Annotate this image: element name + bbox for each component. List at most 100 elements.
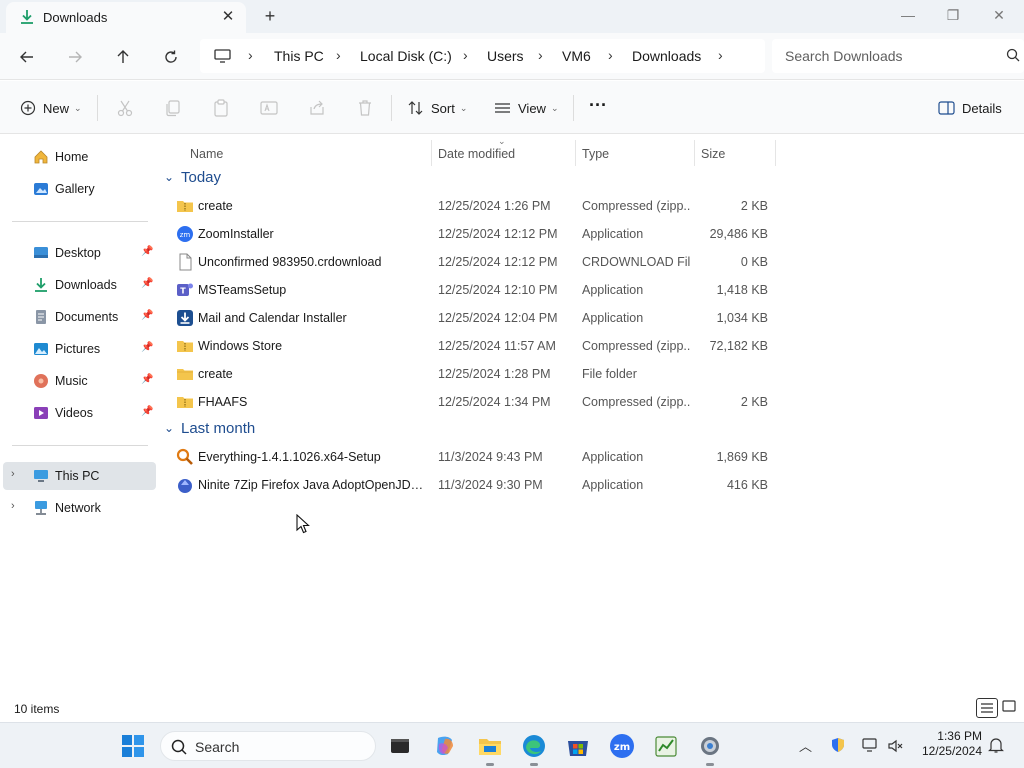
task-manager-icon[interactable]	[652, 732, 680, 760]
clock[interactable]: 1:36 PM 12/25/2024	[918, 729, 982, 759]
sidebar-item-gallery[interactable]: Gallery	[0, 175, 156, 203]
folder-icon	[177, 369, 193, 380]
sidebar-item-pictures[interactable]: Pictures 📌	[0, 335, 156, 363]
new-button[interactable]: New ⌄	[20, 97, 82, 119]
chevron-up-icon[interactable]: ︿	[799, 736, 812, 755]
copilot-icon[interactable]	[431, 732, 459, 760]
new-tab-button[interactable]: +	[259, 5, 281, 27]
file-type: Application	[582, 478, 644, 492]
minimize-button[interactable]: —	[893, 4, 923, 26]
file-row[interactable]: T MSTeamsSetup 12/25/2024 12:10 PM Appli…	[172, 276, 776, 304]
column-header-date[interactable]: ⌄ Date modified	[432, 136, 576, 166]
sidebar-item-home[interactable]: Home	[0, 143, 156, 171]
plus-circle-icon	[20, 100, 36, 116]
file-row[interactable]: Unconfirmed 983950.crdownload 12/25/2024…	[172, 248, 776, 276]
chevron-down-icon: ⌄	[164, 170, 175, 184]
notification-bell-icon[interactable]	[988, 737, 1004, 754]
taskbar-search-box[interactable]: Search	[160, 731, 376, 761]
edge-icon[interactable]	[520, 732, 548, 760]
column-header-size[interactable]: Size	[695, 140, 776, 166]
file-date: 12/25/2024 1:34 PM	[438, 395, 551, 409]
search-input[interactable]: Search Downloads	[772, 39, 1024, 73]
file-size: 1,418 KB	[716, 283, 768, 297]
start-button[interactable]	[119, 732, 147, 760]
copy-icon[interactable]	[163, 98, 183, 118]
file-explorer-icon[interactable]	[476, 732, 504, 760]
sidebar-item-documents[interactable]: Documents 📌	[0, 303, 156, 331]
column-header-name[interactable]: Name	[184, 140, 432, 166]
volume-muted-icon[interactable]	[888, 739, 904, 753]
cut-icon[interactable]	[115, 98, 135, 118]
settings-icon[interactable]	[696, 732, 724, 760]
sidebar-item-downloads[interactable]: Downloads 📌	[0, 271, 156, 299]
file-row[interactable]: Everything-1.4.1.1026.x64-Setup 11/3/202…	[172, 443, 776, 471]
column-header-type[interactable]: Type	[576, 140, 695, 166]
pin-icon[interactable]: 📌	[141, 278, 153, 289]
back-arrow-icon	[20, 51, 33, 63]
file-row[interactable]: Ninite 7Zip Firefox Java AdoptOpenJDK x.…	[172, 471, 776, 499]
file-row[interactable]: zm ZoomInstaller 12/25/2024 12:12 PM App…	[172, 220, 776, 248]
sidebar-item-music[interactable]: Music 📌	[0, 367, 156, 395]
zoom-icon[interactable]: zm	[608, 732, 636, 760]
column-divider[interactable]	[775, 140, 776, 166]
share-icon[interactable]	[307, 98, 327, 118]
sort-icon	[408, 101, 423, 115]
chevron-down-icon: ⌄	[74, 102, 82, 113]
forward-button[interactable]	[62, 44, 88, 70]
sidebar-item-this-pc[interactable]: › This PC	[3, 462, 156, 490]
file-list: Name ⌄ Date modified Type Size ⌄ Today c…	[160, 134, 1024, 694]
breadcrumb-downloads[interactable]: Downloads	[632, 48, 701, 64]
pin-icon[interactable]: 📌	[141, 374, 153, 385]
back-button[interactable]	[14, 44, 40, 70]
file-row[interactable]: create 12/25/2024 1:28 PM File folder	[172, 360, 776, 388]
details-view-button[interactable]	[976, 698, 998, 718]
delete-icon[interactable]	[355, 98, 375, 118]
file-type: Compressed (zipp...	[582, 395, 690, 409]
sidebar-item-videos[interactable]: Videos 📌	[0, 399, 156, 427]
file-row[interactable]: Mail and Calendar Installer 12/25/2024 1…	[172, 304, 776, 332]
terminal-icon[interactable]	[386, 732, 414, 760]
breadcrumb-chevron[interactable]: ›	[718, 47, 723, 63]
videos-icon	[34, 407, 48, 419]
more-options-button[interactable]: ···	[589, 94, 607, 116]
pin-icon[interactable]: 📌	[141, 406, 153, 417]
breadcrumb-users[interactable]: Users	[487, 48, 524, 64]
pin-icon[interactable]: 📌	[141, 246, 153, 257]
breadcrumb-vm6[interactable]: VM6	[562, 48, 591, 64]
tab-close-button[interactable]: ✕	[218, 7, 238, 27]
breadcrumb[interactable]: › This PC › Local Disk (C:) › Users › VM…	[200, 39, 765, 73]
chevron-down-icon: ⌄	[550, 102, 559, 113]
chevron-right-icon[interactable]: ›	[11, 468, 15, 480]
microsoft-store-icon[interactable]	[564, 732, 592, 760]
sidebar-item-network[interactable]: › Network	[0, 494, 156, 522]
file-date: 12/25/2024 12:12 PM	[438, 227, 558, 241]
network-status-icon[interactable]	[862, 737, 880, 753]
sort-button[interactable]: Sort ⌄	[407, 97, 467, 119]
details-view-icon	[981, 703, 993, 713]
large-icons-view-button[interactable]	[999, 698, 1021, 718]
file-row[interactable]: Windows Store 12/25/2024 11:57 AM Compre…	[172, 332, 776, 360]
rename-icon[interactable]	[259, 98, 279, 118]
clock-date: 12/25/2024	[921, 744, 982, 758]
paste-icon[interactable]	[211, 98, 231, 118]
group-label: Last month	[181, 420, 256, 437]
breadcrumb-local-disk[interactable]: Local Disk (C:)	[360, 48, 452, 64]
tab-downloads[interactable]: Downloads ✕	[6, 2, 246, 33]
chevron-right-icon[interactable]: ›	[11, 500, 15, 512]
close-window-button[interactable]: ✕	[984, 4, 1014, 26]
maximize-button[interactable]: ❐	[938, 4, 968, 26]
file-row[interactable]: create 12/25/2024 1:26 PM Compressed (zi…	[172, 192, 776, 220]
details-pane-button[interactable]: Details	[938, 97, 1002, 119]
security-icon[interactable]	[830, 737, 846, 753]
sidebar-item-desktop[interactable]: Desktop 📌	[0, 239, 156, 267]
pin-icon[interactable]: 📌	[141, 342, 153, 353]
view-button[interactable]: View ⌄	[494, 97, 559, 119]
column-label: Name	[190, 147, 224, 161]
breadcrumb-this-pc[interactable]: This PC	[274, 48, 324, 64]
file-row[interactable]: FHAAFS 12/25/2024 1:34 PM Compressed (zi…	[172, 388, 776, 416]
file-date: 12/25/2024 12:12 PM	[438, 255, 558, 269]
refresh-button[interactable]	[158, 44, 184, 70]
up-button[interactable]	[110, 44, 136, 70]
pin-icon[interactable]: 📌	[141, 310, 153, 321]
forward-arrow-icon	[69, 51, 82, 63]
